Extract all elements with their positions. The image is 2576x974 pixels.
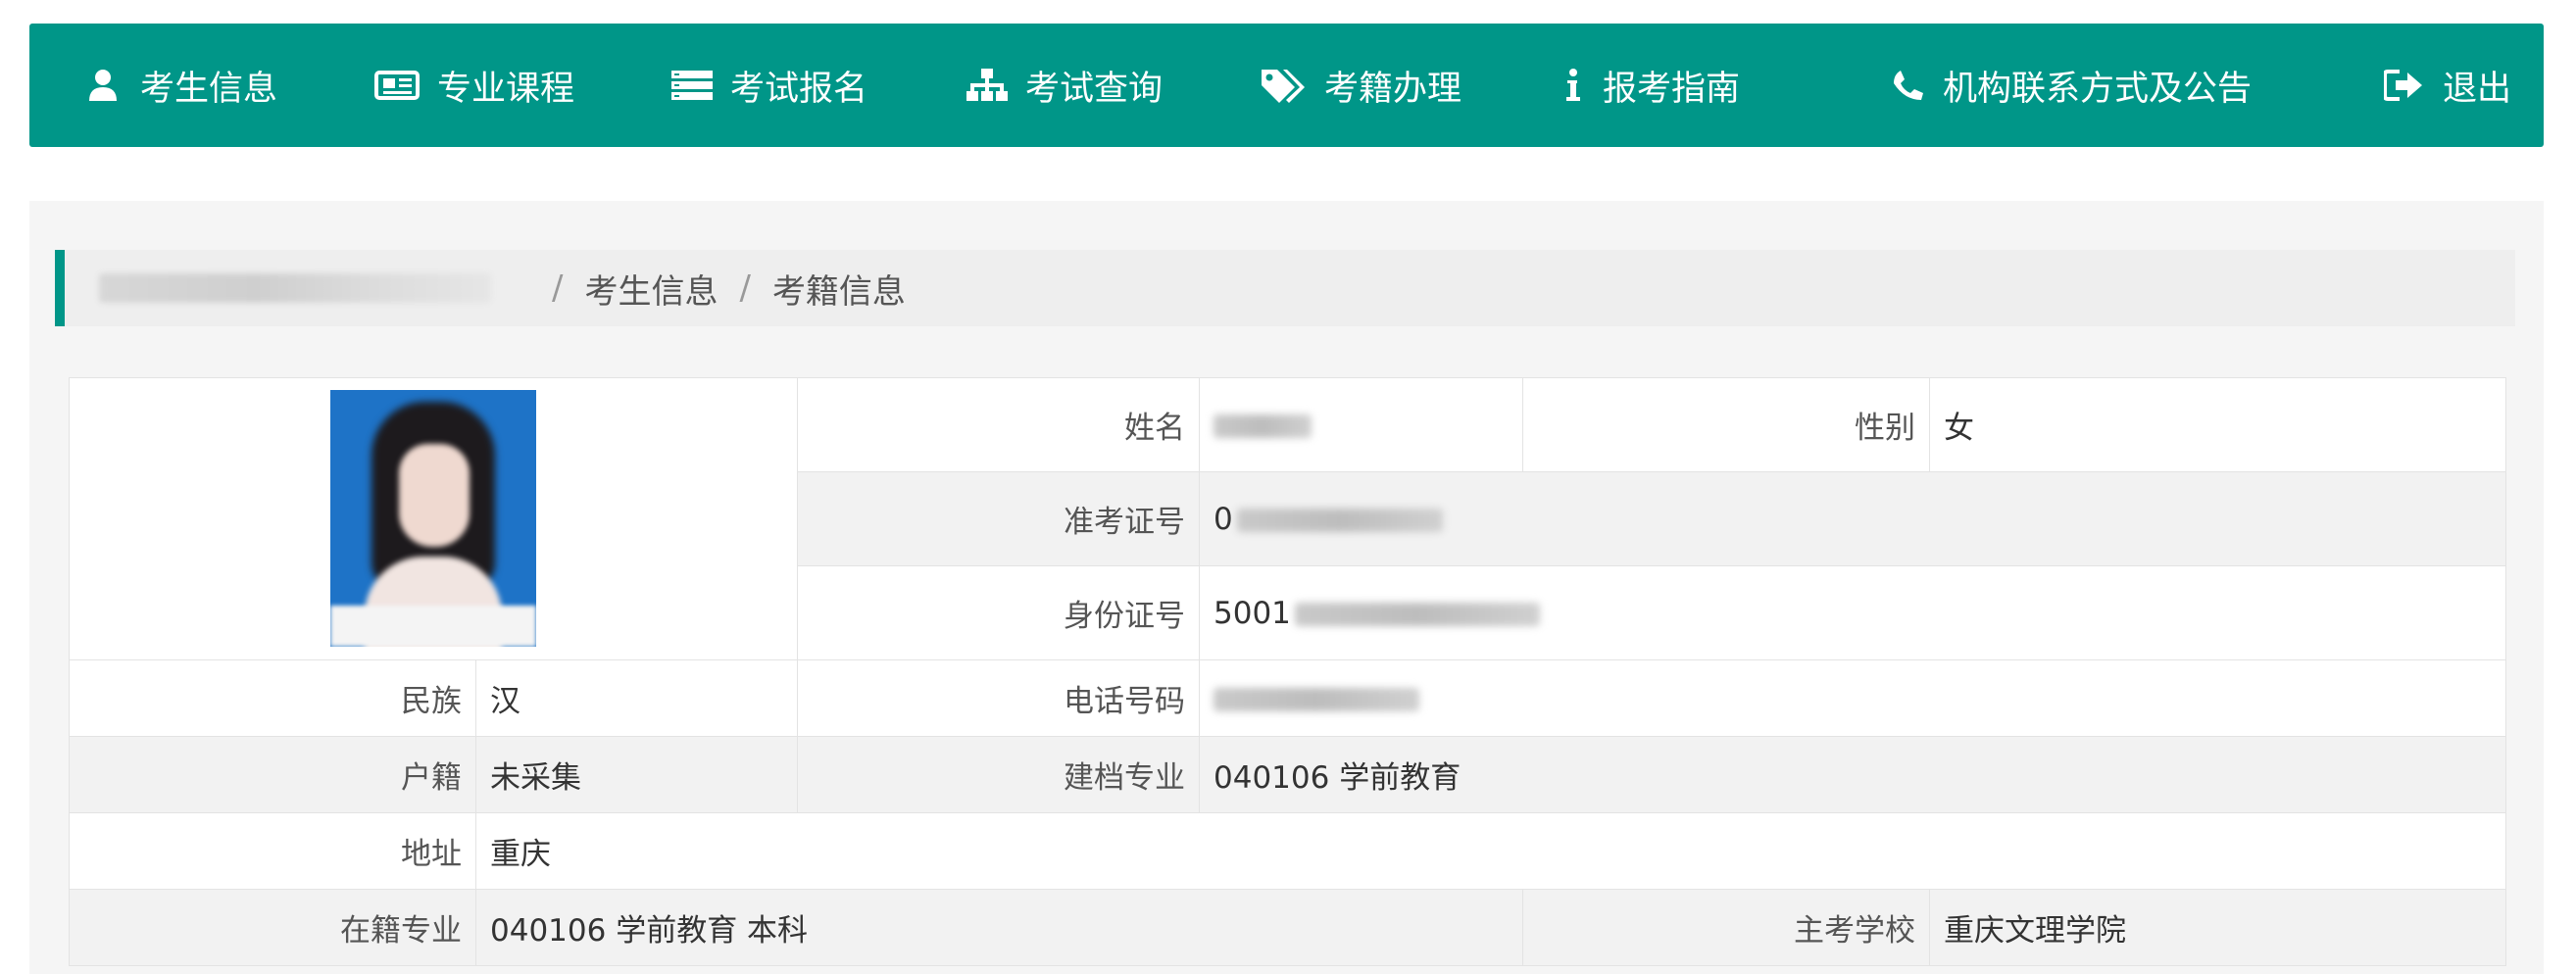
name-value bbox=[1199, 377, 1523, 472]
breadcrumb-item-student-info[interactable]: 考生信息 bbox=[584, 265, 718, 313]
nav-item-contacts[interactable]: 机构联系方式及公告 bbox=[1892, 24, 2252, 147]
nav-label: 退出 bbox=[2443, 69, 2512, 109]
school-label: 主考学校 bbox=[1522, 889, 1930, 966]
student-photo bbox=[330, 389, 536, 647]
phone-icon bbox=[1892, 66, 1925, 105]
phone-label: 电话号码 bbox=[797, 659, 1200, 737]
sign-out-icon bbox=[2382, 66, 2425, 105]
name-label: 姓名 bbox=[797, 377, 1200, 472]
table-row: 在籍专业 040106 学前教育 本科 主考学校 重庆文理学院 bbox=[69, 889, 2506, 966]
phone-value bbox=[1199, 659, 2506, 737]
exam-no-value: 0 bbox=[1199, 471, 2506, 566]
nav-item-exam-query[interactable]: 考试查询 bbox=[966, 24, 1163, 147]
top-navbar: 考生信息 专业课程 考试报名 考试查询 考籍办理 报考指南 机构联系方式及公告 … bbox=[29, 24, 2544, 147]
nav-item-registry[interactable]: 考籍办理 bbox=[1260, 24, 1461, 147]
ethnicity-label: 民族 bbox=[69, 659, 476, 737]
table-row: 民族 汉 电话号码 bbox=[69, 659, 2506, 737]
nav-label: 专业课程 bbox=[437, 69, 575, 109]
user-icon bbox=[83, 66, 123, 105]
student-info-table: 姓名 性别 女 准考证号 0 身份证号 5001 民族 汉 电话号码 户籍 未采… bbox=[69, 377, 2506, 966]
nav-label: 机构联系方式及公告 bbox=[1943, 69, 2253, 109]
nav-item-guide[interactable]: 报考指南 bbox=[1561, 24, 1740, 147]
nav-label: 考生信息 bbox=[140, 69, 278, 109]
address-label: 地址 bbox=[69, 812, 476, 890]
household-label: 户籍 bbox=[69, 736, 476, 813]
sitemap-icon bbox=[966, 66, 1008, 105]
nav-item-exam-registration[interactable]: 考试报名 bbox=[671, 24, 867, 147]
file-major-label: 建档专业 bbox=[797, 736, 1200, 813]
nav-label: 考试报名 bbox=[730, 69, 868, 109]
exam-no-prefix: 0 bbox=[1214, 501, 1233, 537]
gender-label: 性别 bbox=[1522, 377, 1930, 472]
address-value: 重庆 bbox=[475, 812, 2506, 890]
table-row: 地址 重庆 bbox=[69, 812, 2506, 890]
breadcrumb-item-registry-info: 考籍信息 bbox=[771, 271, 906, 312]
gender-value: 女 bbox=[1929, 377, 2506, 472]
file-major-value: 040106 学前教育 bbox=[1199, 736, 2506, 813]
nav-item-logout[interactable]: 退出 bbox=[2382, 24, 2511, 147]
table-row: 户籍 未采集 建档专业 040106 学前教育 bbox=[69, 736, 2506, 813]
breadcrumb: / 考生信息 / 考籍信息 bbox=[55, 250, 2515, 326]
enrolled-major-value: 040106 学前教育 本科 bbox=[475, 889, 1523, 966]
nav-label: 考籍办理 bbox=[1324, 69, 1462, 109]
ethnicity-value: 汉 bbox=[475, 659, 798, 737]
nav-label: 考试查询 bbox=[1025, 69, 1164, 109]
list-icon bbox=[671, 66, 713, 105]
tags-icon bbox=[1260, 66, 1307, 105]
school-value: 重庆文理学院 bbox=[1929, 889, 2506, 966]
breadcrumb-separator: / bbox=[739, 268, 751, 308]
nav-item-student-info[interactable]: 考生信息 bbox=[83, 24, 277, 147]
id-no-value: 5001 bbox=[1199, 565, 2506, 660]
photo-cell bbox=[69, 377, 798, 660]
enrolled-major-label: 在籍专业 bbox=[69, 889, 476, 966]
breadcrumb-redacted-root bbox=[99, 273, 491, 303]
nav-item-courses[interactable]: 专业课程 bbox=[374, 24, 574, 147]
table-row: 姓名 性别 女 bbox=[69, 377, 2506, 660]
breadcrumb-separator: / bbox=[552, 268, 564, 308]
exam-no-label: 准考证号 bbox=[797, 471, 1200, 566]
id-no-label: 身份证号 bbox=[797, 565, 1200, 660]
household-value: 未采集 bbox=[475, 736, 798, 813]
info-icon bbox=[1561, 66, 1585, 105]
id-no-prefix: 5001 bbox=[1214, 595, 1291, 631]
newspaper-icon bbox=[374, 66, 420, 105]
nav-label: 报考指南 bbox=[1603, 69, 1741, 109]
